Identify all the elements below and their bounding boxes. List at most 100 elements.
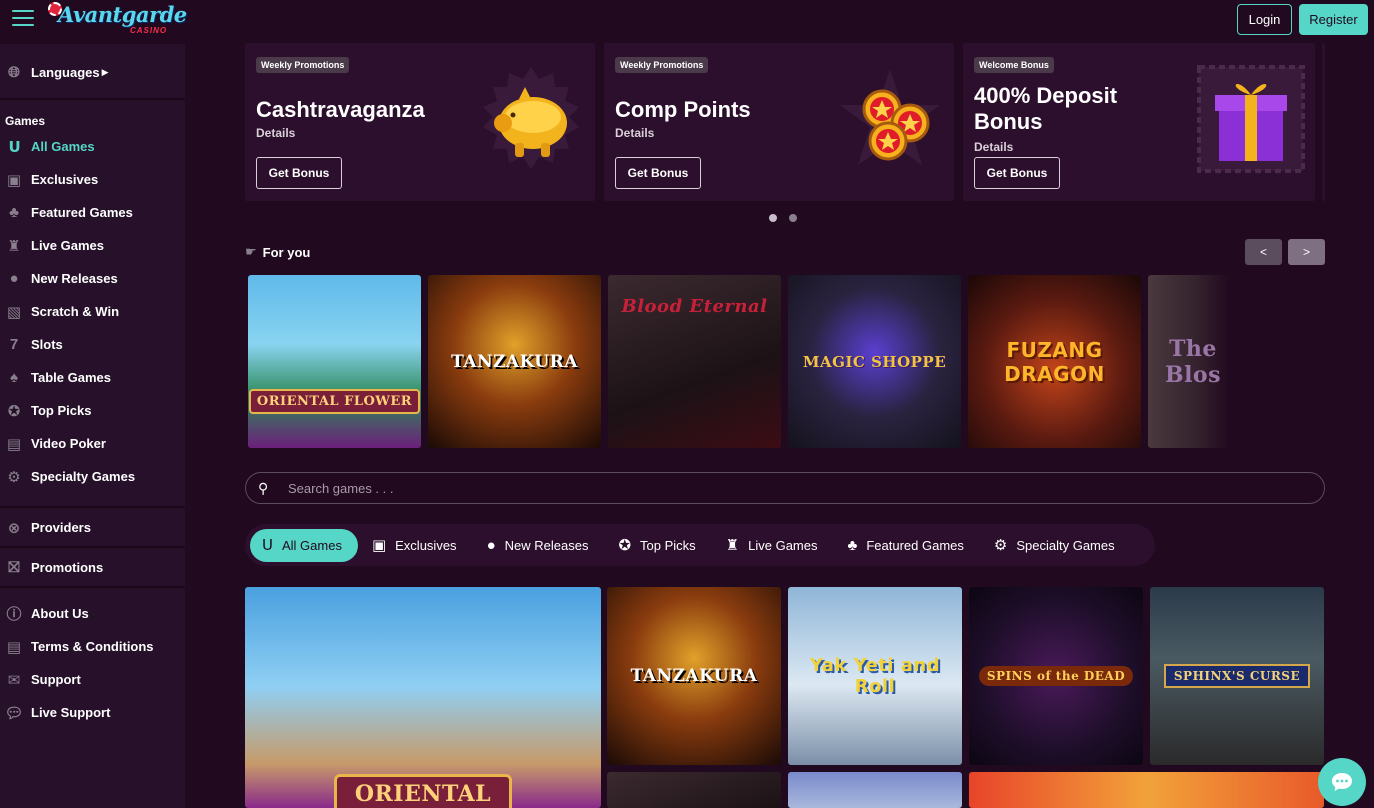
promo-card[interactable]: Weekly Promotions Cashtravaganza Details… bbox=[245, 43, 595, 201]
sidebar-item-new-releases[interactable]: ● New Releases bbox=[0, 262, 185, 295]
sidebar-item-label: Support bbox=[31, 672, 81, 687]
sidebar-item-slots[interactable]: 7 Slots bbox=[0, 328, 185, 361]
game-tile-sphinxs-curse[interactable]: SPHINX'S CURSE bbox=[1150, 587, 1324, 765]
info-nav: ⓘ About Us ▤ Terms & Conditions ✉ Suppor… bbox=[0, 588, 185, 729]
game-title: TANZAKURA bbox=[630, 666, 758, 686]
game-tile-magic-shoppe[interactable]: MAGIC SHOPPE bbox=[788, 275, 961, 448]
game-tile-fuzang-dragon[interactable]: FUZANG DRAGON bbox=[968, 275, 1141, 448]
tab-featured-games[interactable]: ♣ Featured Games bbox=[836, 529, 980, 562]
sidebar-item-all-games[interactable]: Ս All Games bbox=[0, 130, 185, 163]
game-tile-yak-yeti-roll[interactable]: Yak Yeti and Roll bbox=[788, 587, 962, 765]
game-tile-tanzakura[interactable]: TANZAKURA bbox=[428, 275, 601, 448]
live-dealer-icon: ♜ bbox=[7, 237, 21, 255]
sidebar-item-support[interactable]: ✉ Support bbox=[0, 663, 185, 696]
promo-details-link[interactable]: Details bbox=[974, 140, 1013, 154]
sidebar-item-label: All Games bbox=[31, 139, 95, 154]
tab-top-picks[interactable]: ✪ Top Picks bbox=[606, 529, 711, 562]
carousel-dot[interactable] bbox=[769, 214, 777, 222]
carousel-next-button[interactable]: > bbox=[1288, 239, 1325, 265]
tab-all-games[interactable]: Ս All Games bbox=[250, 528, 358, 562]
game-title: MAGIC SHOPPE bbox=[802, 352, 947, 371]
promo-title: Comp Points bbox=[615, 97, 751, 122]
game-tile-oriental-flower[interactable]: ORIENTAL FLOWER bbox=[248, 275, 421, 448]
game-title: SPINS of the DEAD bbox=[978, 666, 1134, 686]
carousel-dot[interactable] bbox=[789, 214, 797, 222]
sidebar-item-scratch-win[interactable]: ▧ Scratch & Win bbox=[0, 295, 185, 328]
tab-exclusives[interactable]: ▣ Exclusives bbox=[360, 529, 473, 562]
sidebar-item-label: Table Games bbox=[31, 370, 111, 385]
game-tile-tanzakura[interactable]: TANZAKURA bbox=[607, 587, 781, 765]
register-button[interactable]: Register bbox=[1299, 4, 1368, 35]
tab-specialty-games[interactable]: ⚙ Specialty Games bbox=[982, 529, 1131, 562]
sidebar-item-live-games[interactable]: ♜ Live Games bbox=[0, 229, 185, 262]
sidebar-item-terms[interactable]: ▤ Terms & Conditions bbox=[0, 630, 185, 663]
get-bonus-button[interactable]: Get Bonus bbox=[974, 157, 1060, 189]
game-title: ORIENTAL FLOWER bbox=[248, 389, 421, 414]
promo-tag: Welcome Bonus bbox=[974, 57, 1054, 73]
sidebar-item-label: Featured Games bbox=[31, 205, 133, 220]
game-tile-blood-eternal[interactable]: Blood Eternal bbox=[608, 275, 781, 448]
promo-title: 400% Deposit Bonus bbox=[974, 83, 1118, 134]
pointing-hand-icon: ☛ bbox=[245, 244, 257, 259]
promo-card[interactable]: Weekly Promotions Comp Points Details Ge… bbox=[604, 43, 954, 201]
promo-tag: Weekly Promotions bbox=[615, 57, 709, 73]
sidebar-item-exclusives[interactable]: ▣ Exclusives bbox=[0, 163, 185, 196]
game-tile-partial[interactable] bbox=[969, 772, 1324, 808]
poker-machine-icon: ▤ bbox=[6, 435, 22, 453]
login-button[interactable]: Login bbox=[1237, 4, 1292, 35]
tab-label: New Releases bbox=[504, 537, 589, 553]
exclusive-icon: ▣ bbox=[6, 171, 22, 189]
menu-icon[interactable] bbox=[12, 10, 34, 28]
game-tile-spins-of-the-dead[interactable]: SPINS of the DEAD bbox=[969, 587, 1143, 765]
game-tile-oriental-flower-large[interactable]: ORIENTAL bbox=[245, 587, 601, 808]
sidebar-item-label: About Us bbox=[31, 606, 89, 621]
languages-menu[interactable]: 🌐︎ Languages ▶ bbox=[0, 56, 185, 89]
get-bonus-button[interactable]: Get Bonus bbox=[256, 157, 342, 189]
sidebar-item-specialty-games[interactable]: ⚙ Specialty Games bbox=[0, 460, 185, 493]
tab-label: Live Games bbox=[748, 537, 818, 553]
sidebar-item-label: Scratch & Win bbox=[31, 304, 120, 319]
sidebar-item-label: Live Games bbox=[31, 238, 104, 253]
promo-card[interactable]: Welcome Bonus 400% Deposit Bonus Details… bbox=[963, 43, 1315, 201]
piggy-bank-icon bbox=[483, 67, 579, 169]
sidebar-item-about-us[interactable]: ⓘ About Us bbox=[0, 597, 185, 630]
game-tile-partial[interactable]: The Blos bbox=[1148, 275, 1230, 448]
caret-right-icon: ▶ bbox=[101, 67, 109, 77]
document-icon: ▤ bbox=[6, 638, 22, 656]
game-tile-partial[interactable] bbox=[607, 772, 781, 808]
promo-details-link[interactable]: Details bbox=[256, 126, 295, 140]
star-coins-icon bbox=[840, 69, 940, 165]
languages-block: 🌐︎ Languages ▶ bbox=[0, 44, 185, 100]
games-heading: Games bbox=[5, 114, 46, 128]
game-tile-partial[interactable] bbox=[788, 772, 962, 808]
sidebar-item-top-picks[interactable]: ✪ Top Picks bbox=[0, 394, 185, 427]
new-icon: ● bbox=[9, 270, 19, 287]
tab-new-releases[interactable]: ● New Releases bbox=[475, 529, 605, 562]
carousel-prev-button[interactable]: < bbox=[1245, 239, 1282, 265]
sidebar-item-table-games[interactable]: ♠ Table Games bbox=[0, 361, 185, 394]
medal-icon: ✪ bbox=[618, 537, 632, 554]
sidebar-item-live-support[interactable]: 💬︎ Live Support bbox=[0, 696, 185, 729]
search-input[interactable] bbox=[288, 480, 1188, 496]
live-chat-button[interactable] bbox=[1318, 758, 1366, 806]
promo-title: Cashtravaganza bbox=[256, 97, 425, 122]
sidebar-item-providers[interactable]: ⊗ Providers bbox=[0, 511, 185, 544]
tab-live-games[interactable]: ♜ Live Games bbox=[714, 529, 834, 562]
exclusive-icon: ▣ bbox=[371, 537, 387, 554]
mail-icon: ✉ bbox=[7, 671, 21, 689]
casino-logo[interactable]: Avantgarde CASINO bbox=[48, 0, 187, 44]
logo-subtext: CASINO bbox=[130, 26, 168, 35]
game-title: Blood Eternal bbox=[621, 296, 768, 317]
promo-details-link[interactable]: Details bbox=[615, 126, 654, 140]
chat-bubble-icon bbox=[1332, 773, 1352, 791]
tab-label: Specialty Games bbox=[1016, 537, 1115, 553]
clover-icon: ♣ bbox=[847, 536, 858, 554]
for-you-label: For you bbox=[262, 244, 311, 260]
get-bonus-button[interactable]: Get Bonus bbox=[615, 157, 701, 189]
sidebar-item-promotions[interactable]: ⛝ Promotions bbox=[0, 551, 185, 584]
sidebar-item-featured-games[interactable]: ♣ Featured Games bbox=[0, 196, 185, 229]
carousel-dots bbox=[769, 214, 797, 222]
sidebar-item-label: Live Support bbox=[31, 705, 111, 720]
sidebar-item-video-poker[interactable]: ▤ Video Poker bbox=[0, 427, 185, 460]
providers-block: ⊗ Providers bbox=[0, 508, 185, 548]
